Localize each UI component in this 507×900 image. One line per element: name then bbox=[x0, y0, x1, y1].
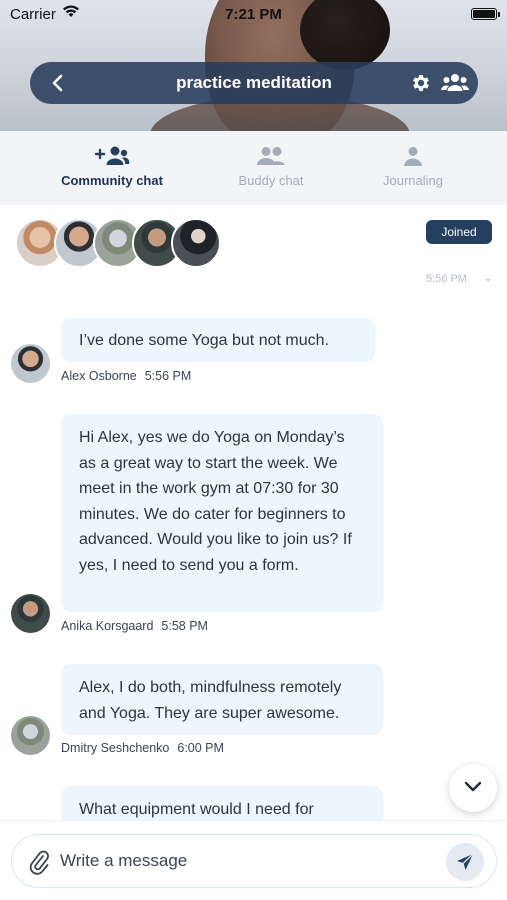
member-avatars[interactable] bbox=[15, 218, 235, 270]
message-time: 5:56 PM bbox=[144, 369, 192, 383]
message-bubble: Alex, I do both, mindfulness remotely an… bbox=[61, 664, 383, 735]
message-composer bbox=[11, 834, 497, 888]
message-bubble: I’ve done some Yoga but not much. bbox=[61, 318, 375, 362]
tab-label: Journaling bbox=[383, 173, 443, 188]
status-time: 7:21 PM bbox=[225, 6, 282, 23]
message-meta: Alex Osborne 5:56 PM bbox=[61, 369, 191, 383]
message-text: I’ve done some Yoga but not much. bbox=[79, 332, 329, 349]
message-text: What equipment would I need for bbox=[79, 801, 314, 818]
avatar[interactable] bbox=[11, 344, 50, 383]
avatar[interactable] bbox=[171, 218, 221, 268]
tab-journaling[interactable]: Journaling bbox=[333, 131, 493, 205]
message-meta: Anika Korsgaard 5:58 PM bbox=[61, 619, 208, 633]
paperclip-icon[interactable] bbox=[28, 849, 50, 880]
buddy-icon bbox=[191, 145, 351, 169]
message-text: Hi Alex, yes we do Yoga on Monday’s as a… bbox=[79, 429, 352, 574]
send-icon bbox=[457, 853, 474, 870]
avatar[interactable] bbox=[11, 716, 50, 755]
avatar[interactable] bbox=[11, 594, 50, 633]
author-name: Alex Osborne bbox=[61, 369, 137, 383]
message-text: Alex, I do both, mindfulness remotely an… bbox=[79, 679, 342, 722]
scroll-to-bottom-button[interactable] bbox=[449, 764, 497, 812]
message-bubble: Hi Alex, yes we do Yoga on Monday’s as a… bbox=[61, 414, 383, 612]
tab-label: Community chat bbox=[61, 173, 163, 188]
gear-icon[interactable] bbox=[410, 72, 432, 94]
message-input[interactable] bbox=[60, 848, 440, 874]
author-name: Anika Korsgaard bbox=[61, 619, 154, 633]
tab-buddy-chat[interactable]: Buddy chat bbox=[191, 131, 351, 205]
chevron-down-icon bbox=[464, 781, 482, 792]
tab-community-chat[interactable]: Community chat bbox=[32, 131, 192, 205]
author-name: Dmitry Seshchenko bbox=[61, 741, 170, 755]
person-icon bbox=[333, 145, 493, 169]
chevron-down-icon[interactable]: ⌄ bbox=[484, 273, 492, 284]
status-bar: Carrier 7:21 PM bbox=[0, 0, 507, 28]
message-time: 5:58 PM bbox=[161, 619, 208, 633]
tab-label: Buddy chat bbox=[238, 173, 304, 188]
message-meta: Dmitry Seshchenko 6:00 PM bbox=[61, 741, 224, 755]
send-button[interactable] bbox=[446, 843, 484, 881]
add-group-icon bbox=[32, 145, 192, 169]
group-icon[interactable] bbox=[441, 72, 469, 94]
timestamp: 5:56 PM bbox=[426, 273, 467, 285]
battery-icon bbox=[471, 8, 500, 20]
message-time: 6:00 PM bbox=[177, 741, 224, 755]
joined-button[interactable]: Joined bbox=[426, 220, 492, 244]
chat-tabs: Community chat Buddy chat Journaling bbox=[0, 131, 507, 205]
chat-header-bar: practice meditation bbox=[30, 62, 478, 104]
